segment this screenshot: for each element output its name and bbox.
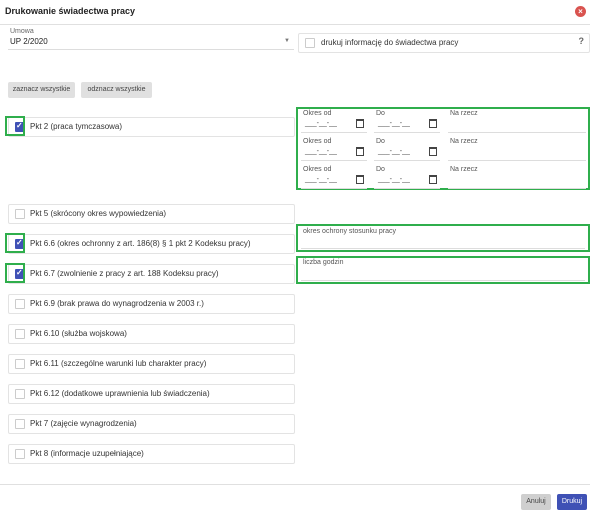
list-item[interactable]: Pkt 5 (skrócony okres wypowiedzenia) <box>8 204 295 224</box>
list-item[interactable]: Pkt 2 (praca tymczasowa) <box>8 117 295 137</box>
cancel-button[interactable]: Anuluj <box>521 494 551 510</box>
list-item[interactable]: Pkt 6.7 (zwolnienie z pracy z art. 188 K… <box>8 264 295 284</box>
item-label: Pkt 6.9 (brak prawa do wynagrodzenia w 2… <box>30 299 204 308</box>
item-label: Pkt 6.10 (służba wojskowa) <box>30 329 127 338</box>
period-from-value: ___-__-__ <box>305 120 337 127</box>
select-all-button[interactable]: zaznacz wszystkie <box>8 82 75 98</box>
print-info-checkbox[interactable] <box>305 38 315 48</box>
item-label: Pkt 6.7 (zwolnienie z pracy z art. 188 K… <box>30 269 219 278</box>
item-checkbox[interactable] <box>15 419 25 429</box>
calendar-icon[interactable] <box>429 175 437 184</box>
period-from-field[interactable]: Okres od ___-__-__ <box>301 110 367 133</box>
deselect-all-button[interactable]: odznacz wszystkie <box>81 82 152 98</box>
list-item[interactable]: Pkt 6.9 (brak prawa do wynagrodzenia w 2… <box>8 294 295 314</box>
list-item[interactable]: Pkt 6.12 (dodatkowe uprawnienia lub świa… <box>8 384 295 404</box>
highlight-box <box>5 233 25 253</box>
protection-period-label: okres ochrony stosunku pracy <box>303 228 396 235</box>
item-checkbox[interactable] <box>15 299 25 309</box>
item-label: Pkt 8 (informacje uzupełniające) <box>30 449 144 458</box>
calendar-icon[interactable] <box>429 119 437 128</box>
period-to-label: Do <box>376 166 385 173</box>
period-from-value: ___-__-__ <box>305 148 337 155</box>
item-label: Pkt 2 (praca tymczasowa) <box>30 122 123 131</box>
item-checkbox[interactable] <box>15 389 25 399</box>
hours-label: liczba godzin <box>303 259 344 266</box>
item-label: Pkt 6.11 (szczególne warunki lub charakt… <box>30 359 207 368</box>
period-na-rzecz-label: Na rzecz <box>450 166 478 173</box>
period-from-field[interactable]: Okres od ___-__-__ <box>301 138 367 161</box>
item-checkbox[interactable] <box>15 209 25 219</box>
calendar-icon[interactable] <box>429 147 437 156</box>
print-info-toggle[interactable]: drukuj informację do świadectwa pracy ? <box>298 33 590 53</box>
chevron-down-icon: ▼ <box>284 38 290 44</box>
help-icon[interactable]: ? <box>579 36 585 46</box>
period-na-rzecz-field[interactable]: Na rzecz <box>448 138 586 161</box>
calendar-icon[interactable] <box>356 175 364 184</box>
item-label: Pkt 6.6 (okres ochronny z art. 186(8) § … <box>30 239 251 248</box>
period-to-field[interactable]: Do ___-__-__ <box>374 138 440 161</box>
list-item[interactable]: Pkt 7 (zajęcie wynagrodzenia) <box>8 414 295 434</box>
item-label: Pkt 7 (zajęcie wynagrodzenia) <box>30 419 137 428</box>
umowa-select[interactable]: UP 2/2020 ▼ <box>8 35 294 50</box>
list-item[interactable]: Pkt 6.11 (szczególne warunki lub charakt… <box>8 354 295 374</box>
close-icon[interactable]: × <box>575 6 586 17</box>
period-to-value: ___-__-__ <box>378 148 410 155</box>
hours-field[interactable]: liczba godzin <box>301 259 585 281</box>
item-checkbox[interactable] <box>15 329 25 339</box>
period-from-field[interactable]: Okres od ___-__-__ <box>301 166 367 189</box>
period-from-value: ___-__-__ <box>305 176 337 183</box>
list-item[interactable]: Pkt 6.10 (służba wojskowa) <box>8 324 295 344</box>
dialog-footer <box>0 484 590 519</box>
period-na-rzecz-field[interactable]: Na rzecz <box>448 110 586 133</box>
period-na-rzecz-field[interactable]: Na rzecz <box>448 166 586 189</box>
item-label: Pkt 6.12 (dodatkowe uprawnienia lub świa… <box>30 389 210 398</box>
period-na-rzecz-label: Na rzecz <box>450 138 478 145</box>
period-to-field[interactable]: Do ___-__-__ <box>374 110 440 133</box>
period-to-value: ___-__-__ <box>378 176 410 183</box>
protection-period-field[interactable]: okres ochrony stosunku pracy <box>301 228 585 249</box>
list-item[interactable]: Pkt 6.6 (okres ochronny z art. 186(8) § … <box>8 234 295 254</box>
calendar-icon[interactable] <box>356 119 364 128</box>
period-to-label: Do <box>376 110 385 117</box>
dialog-header: Drukowanie świadectwa pracy × <box>0 0 590 25</box>
item-checkbox[interactable] <box>15 449 25 459</box>
highlight-box <box>5 263 25 283</box>
print-info-label: drukuj informację do świadectwa pracy <box>321 38 459 47</box>
print-button[interactable]: Drukuj <box>557 494 587 510</box>
item-label: Pkt 5 (skrócony okres wypowiedzenia) <box>30 209 167 218</box>
umowa-label: Umowa <box>10 28 34 35</box>
period-from-label: Okres od <box>303 166 332 173</box>
period-na-rzecz-label: Na rzecz <box>450 110 478 117</box>
calendar-icon[interactable] <box>356 147 364 156</box>
period-to-label: Do <box>376 138 385 145</box>
list-item[interactable]: Pkt 8 (informacje uzupełniające) <box>8 444 295 464</box>
highlight-box <box>5 116 25 136</box>
item-checkbox[interactable] <box>15 359 25 369</box>
umowa-value: UP 2/2020 <box>10 37 48 46</box>
period-to-value: ___-__-__ <box>378 120 410 127</box>
dialog-title: Drukowanie świadectwa pracy <box>5 6 136 16</box>
period-to-field[interactable]: Do ___-__-__ <box>374 166 440 189</box>
period-from-label: Okres od <box>303 138 332 145</box>
period-from-label: Okres od <box>303 110 332 117</box>
